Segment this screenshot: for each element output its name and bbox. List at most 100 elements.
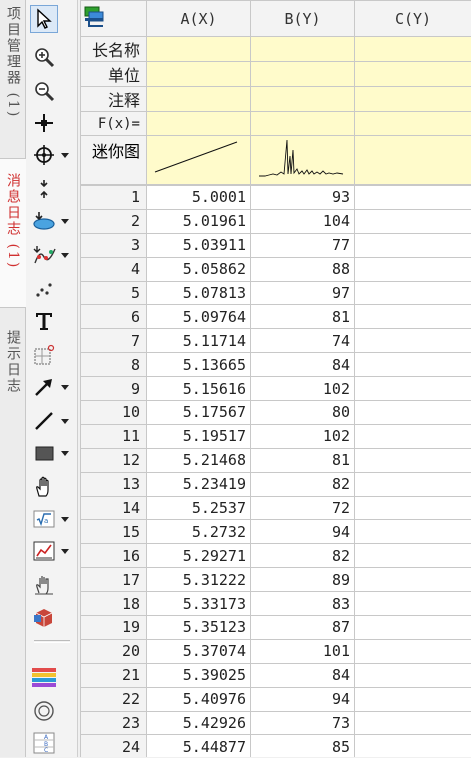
tab-smart-hint-log[interactable]: 提示日志 bbox=[0, 316, 26, 426]
cell-c[interactable] bbox=[355, 257, 471, 281]
comments-cell-b[interactable] bbox=[251, 87, 355, 112]
comments-cell-a[interactable] bbox=[147, 87, 251, 112]
cell-b[interactable]: 80 bbox=[251, 401, 355, 425]
formula-cell-a[interactable] bbox=[147, 112, 251, 136]
row-number[interactable]: 4 bbox=[81, 257, 147, 281]
circle-tool-button[interactable] bbox=[30, 696, 74, 726]
row-number[interactable]: 10 bbox=[81, 401, 147, 425]
row-number[interactable]: 9 bbox=[81, 377, 147, 401]
sparkline-cell-c[interactable] bbox=[355, 136, 471, 185]
comments-cell-c[interactable] bbox=[355, 87, 471, 112]
arrow-tool-button[interactable] bbox=[30, 372, 74, 402]
row-number[interactable]: 20 bbox=[81, 639, 147, 663]
sparkline-cell-a[interactable] bbox=[147, 136, 251, 185]
hand-pan-button[interactable] bbox=[30, 472, 74, 502]
cell-c[interactable] bbox=[355, 592, 471, 616]
cell-b[interactable]: 85 bbox=[251, 735, 355, 757]
color-bars-button[interactable] bbox=[30, 662, 74, 692]
cell-c[interactable] bbox=[355, 711, 471, 735]
long-name-cell-c[interactable] bbox=[355, 37, 471, 62]
long-name-cell-b[interactable] bbox=[251, 37, 355, 62]
cell-c[interactable] bbox=[355, 209, 471, 233]
spider-tool-button[interactable] bbox=[30, 570, 74, 600]
3d-box-button[interactable] bbox=[30, 602, 74, 632]
cell-a[interactable]: 5.2537 bbox=[147, 496, 251, 520]
cell-a[interactable]: 5.19517 bbox=[147, 424, 251, 448]
row-number[interactable]: 8 bbox=[81, 353, 147, 377]
cell-a[interactable]: 5.13665 bbox=[147, 353, 251, 377]
cell-b[interactable]: 83 bbox=[251, 592, 355, 616]
cell-a[interactable]: 5.09764 bbox=[147, 305, 251, 329]
cell-b[interactable]: 74 bbox=[251, 329, 355, 353]
worksheet[interactable]: A(X) B(Y) C(Y) 长名称 单位 注释 F(x)= bbox=[80, 0, 471, 757]
cell-a[interactable]: 5.31222 bbox=[147, 568, 251, 592]
rectangle-tool-button[interactable] bbox=[30, 438, 74, 468]
row-number[interactable]: 21 bbox=[81, 663, 147, 687]
units-cell-b[interactable] bbox=[251, 62, 355, 87]
row-number[interactable]: 2 bbox=[81, 209, 147, 233]
row-number[interactable]: 1 bbox=[81, 186, 147, 210]
region-select-dropdown-icon[interactable] bbox=[61, 219, 69, 224]
cell-b[interactable]: 94 bbox=[251, 520, 355, 544]
cell-b[interactable]: 81 bbox=[251, 305, 355, 329]
cell-c[interactable] bbox=[355, 448, 471, 472]
cell-c[interactable] bbox=[355, 472, 471, 496]
select-all-corner[interactable] bbox=[81, 1, 147, 37]
cell-a[interactable]: 5.42926 bbox=[147, 711, 251, 735]
row-number[interactable]: 7 bbox=[81, 329, 147, 353]
row-number[interactable]: 12 bbox=[81, 448, 147, 472]
insert-graph-dropdown-icon[interactable] bbox=[61, 549, 69, 554]
row-number[interactable]: 6 bbox=[81, 305, 147, 329]
long-name-cell-a[interactable] bbox=[147, 37, 251, 62]
data-reader-button[interactable] bbox=[30, 108, 74, 138]
row-number[interactable]: 16 bbox=[81, 544, 147, 568]
line-tool-dropdown-icon[interactable] bbox=[61, 419, 69, 424]
cell-b[interactable]: 81 bbox=[251, 448, 355, 472]
cell-c[interactable] bbox=[355, 329, 471, 353]
formula-cell-c[interactable] bbox=[355, 112, 471, 136]
cell-a[interactable]: 5.2732 bbox=[147, 520, 251, 544]
cell-a[interactable]: 5.21468 bbox=[147, 448, 251, 472]
tab-messages-log[interactable]: 消息日志 (1) bbox=[0, 158, 26, 308]
column-header-b[interactable]: B(Y) bbox=[251, 1, 355, 37]
cell-a[interactable]: 5.35123 bbox=[147, 616, 251, 640]
cell-a[interactable]: 5.23419 bbox=[147, 472, 251, 496]
row-number[interactable]: 13 bbox=[81, 472, 147, 496]
cell-a[interactable]: 5.17567 bbox=[147, 401, 251, 425]
cell-a[interactable]: 5.11714 bbox=[147, 329, 251, 353]
mask-points-dropdown-icon[interactable] bbox=[61, 253, 69, 258]
annotation-button[interactable] bbox=[30, 340, 74, 370]
cell-a[interactable]: 5.39025 bbox=[147, 663, 251, 687]
cell-a[interactable]: 5.33173 bbox=[147, 592, 251, 616]
cell-b[interactable]: 84 bbox=[251, 353, 355, 377]
rectangle-tool-dropdown-icon[interactable] bbox=[61, 451, 69, 456]
row-number[interactable]: 19 bbox=[81, 616, 147, 640]
cell-c[interactable] bbox=[355, 233, 471, 257]
arrow-tool-dropdown-icon[interactable] bbox=[61, 385, 69, 390]
formula-cell-b[interactable] bbox=[251, 112, 355, 136]
cell-b[interactable]: 77 bbox=[251, 233, 355, 257]
units-cell-a[interactable] bbox=[147, 62, 251, 87]
draw-data-button[interactable] bbox=[30, 274, 74, 304]
cell-a[interactable]: 5.07813 bbox=[147, 281, 251, 305]
sparkline-cell-b[interactable] bbox=[251, 136, 355, 185]
cell-b[interactable]: 82 bbox=[251, 472, 355, 496]
row-number[interactable]: 23 bbox=[81, 711, 147, 735]
screen-reader-dropdown-icon[interactable] bbox=[61, 153, 69, 158]
cell-b[interactable]: 101 bbox=[251, 639, 355, 663]
column-header-c[interactable]: C(Y) bbox=[355, 1, 471, 37]
row-number[interactable]: 3 bbox=[81, 233, 147, 257]
column-header-a[interactable]: A(X) bbox=[147, 1, 251, 37]
cell-b[interactable]: 72 bbox=[251, 496, 355, 520]
pointer-tool-button[interactable] bbox=[30, 4, 74, 34]
cell-b[interactable]: 84 bbox=[251, 663, 355, 687]
cell-c[interactable] bbox=[355, 281, 471, 305]
cell-c[interactable] bbox=[355, 520, 471, 544]
cell-b[interactable]: 102 bbox=[251, 424, 355, 448]
units-cell-c[interactable] bbox=[355, 62, 471, 87]
cell-b[interactable]: 87 bbox=[251, 616, 355, 640]
cell-c[interactable] bbox=[355, 687, 471, 711]
row-number[interactable]: 15 bbox=[81, 520, 147, 544]
cell-c[interactable] bbox=[355, 616, 471, 640]
mask-points-button[interactable] bbox=[30, 240, 74, 270]
